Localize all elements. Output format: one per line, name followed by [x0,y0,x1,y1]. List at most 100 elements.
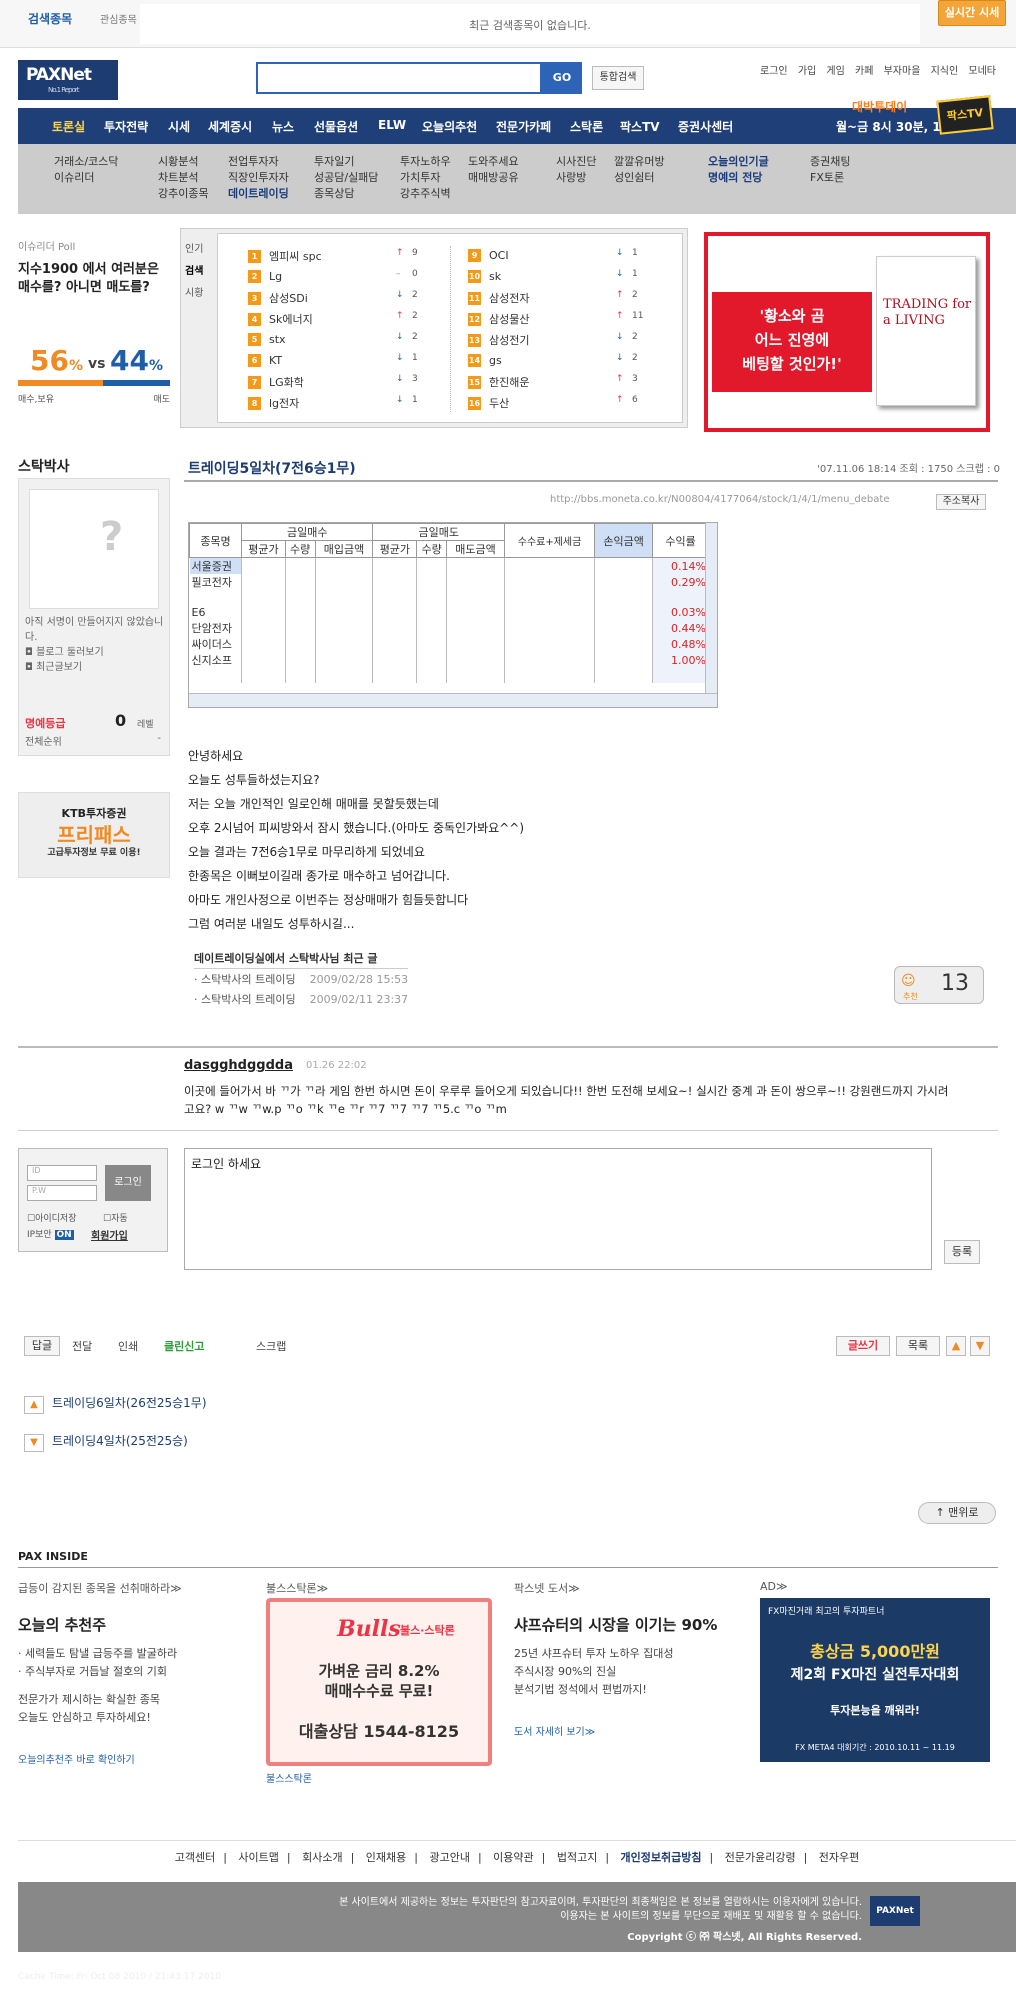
footer-link[interactable]: 개인정보취급방침 [621,1851,702,1864]
stock-name[interactable]: 삼성SDi [269,290,308,306]
nav-quote[interactable]: 시세 [168,118,190,135]
ranking-item[interactable]: 4 Sk에너지 ↑ 2 [248,311,448,327]
clean-report-link[interactable]: 클린신고 [164,1338,204,1354]
comment-textarea[interactable]: 로그인 하세요 [184,1148,932,1270]
integrated-search-button[interactable]: 통합검색 [592,66,644,90]
ranking-item[interactable]: 9 OCI ↓ 1 [468,248,668,264]
ranking-item[interactable]: 10 sk ↓ 1 [468,269,668,285]
ranking-item[interactable]: 16 두산 ↑ 6 [468,395,668,411]
comment-submit-button[interactable]: 등록 [944,1240,980,1264]
nav-news[interactable]: 뉴스 [272,118,294,135]
watchlist-label[interactable]: 관심종목 [100,11,137,26]
tab-search[interactable]: 검색 [185,261,203,283]
ranking-item[interactable]: 13 삼성전기 ↓ 2 [468,332,668,348]
list-button[interactable]: 목록 [896,1336,940,1356]
print-link[interactable]: 인쇄 [118,1338,138,1354]
forward-link[interactable]: 전달 [72,1338,92,1354]
reply-button[interactable]: 답글 [24,1336,60,1356]
paxtv-banner[interactable]: 대박투데이 월~금 8시 30분, 14시 팍스TV [836,92,996,138]
up-arrow-button[interactable]: ▲ [946,1336,966,1356]
ranking-item[interactable]: 7 LG화학 ↓ 3 [248,374,448,390]
stock-name[interactable]: lg전자 [269,395,299,411]
rich-village-link[interactable]: 부자마을 [884,66,921,77]
list-item[interactable]: · 스탁박사의 트레이딩 2009/02/11 23:37 [194,991,408,1009]
ranking-item[interactable]: 3 삼성SDi ↓ 2 [248,290,448,306]
ranking-item[interactable]: 15 한진해운 ↑ 3 [468,374,668,390]
cafe-link[interactable]: 카페 [855,66,873,77]
stock-name[interactable]: 삼성전기 [489,332,529,348]
recent-posts-heading[interactable]: 데이트레이딩실에서 스탁박사님 최근 글 [194,950,409,969]
search-go-button[interactable]: GO [542,62,582,94]
join-link[interactable]: 가입 [798,66,816,77]
login-id-input[interactable]: ID [27,1165,97,1181]
book-detail-link[interactable]: 도서 자세히 보기≫ [514,1723,744,1738]
write-button[interactable]: 글쓰기 [836,1336,890,1356]
stock-name[interactable]: 삼성전자 [489,290,529,306]
ranking-item[interactable]: 5 stx ↓ 2 [248,332,448,348]
recommend-button[interactable]: ☺ 추천 13 [894,966,984,1004]
recommend-stock-link[interactable]: 오늘의추천주 바로 확인하기 [18,1751,248,1766]
save-id-checkbox[interactable]: ☐아이디저장 [27,1211,76,1224]
stock-name[interactable]: 삼성물산 [489,311,529,327]
vertical-scrollbar[interactable] [705,523,717,693]
knowledge-link[interactable]: 지식인 [931,66,959,77]
nav-broker-center[interactable]: 증권사센터 [678,118,733,135]
stock-name[interactable]: sk [489,270,501,283]
comment-author[interactable]: dasgghdggdda [184,1058,293,1073]
footer-link[interactable]: 법적고지 [557,1851,597,1864]
realtime-quote-button[interactable]: 실시간 시세 [938,0,1006,26]
nav-expert-cafe[interactable]: 전문가카페 [496,118,551,135]
ktb-ad-banner[interactable]: KTB투자증권 프리패스 고급투자정보 무료 이용! [18,792,170,878]
footer-link[interactable]: 광고안내 [429,1851,469,1864]
footer-link[interactable]: 사이트맵 [238,1851,278,1864]
bulls-ad-image[interactable]: Bulls 불스·스탁론 가벼운 금리 8.2% 매매수수료 무료! 대출상담 … [266,1598,492,1766]
stock-name[interactable]: 엠피씨 spc [269,248,322,264]
stock-name[interactable]: stx [269,333,286,346]
prev-post-link[interactable]: ▼ 트레이딩4일차(25전25승) [24,1432,188,1452]
moneta-link[interactable]: 모네타 [968,66,996,77]
next-post-link[interactable]: ▲ 트레이딩6일차(26전25승1무) [24,1394,207,1414]
down-arrow-button[interactable]: ▼ [970,1336,990,1356]
footer-link[interactable]: 전문가윤리강령 [725,1851,796,1864]
nav-elw[interactable]: ELW [378,118,406,132]
ranking-item[interactable]: 12 삼성물산 ↑ 11 [468,311,668,327]
stock-name[interactable]: Lg [269,270,282,283]
ranking-item[interactable]: 1 엠피씨 spc ↑ 9 [248,248,448,264]
nav-debate[interactable]: 토론실 [52,118,85,135]
ranking-item[interactable]: 8 lg전자 ↓ 1 [248,395,448,411]
auto-login-checkbox[interactable]: ☐자동 [103,1211,128,1224]
footer-link[interactable]: 회사소개 [302,1851,342,1864]
stock-name[interactable]: 한진해운 [489,374,529,390]
search-input[interactable] [256,62,542,94]
footer-link[interactable]: 이용약관 [493,1851,533,1864]
nav-stockloan[interactable]: 스탁론 [570,118,603,135]
recent-search-label[interactable]: 검색종목 [28,10,72,27]
ranking-item[interactable]: 14 gs ↓ 2 [468,353,668,369]
paxtv-button[interactable]: 팍스TV [936,95,994,135]
copy-address-button[interactable]: 주소복사 [936,494,986,510]
bulls-link[interactable]: 불스스탁론 [266,1770,312,1785]
footer-link[interactable]: 인재채용 [366,1851,406,1864]
back-to-top-button[interactable]: ↑ 맨위로 [918,1502,996,1524]
tab-market[interactable]: 시황 [185,283,203,305]
ip-security-toggle[interactable]: IP보안 ON [27,1227,74,1240]
nav-recommend[interactable]: 오늘의추천 [422,118,477,135]
stock-name[interactable]: Sk에너지 [269,311,313,327]
ranking-item[interactable]: 2 Lg – 0 [248,269,448,285]
paxnet-logo[interactable]: PAXNet No.1 Report [18,60,118,100]
nav-futures[interactable]: 선물옵션 [314,118,358,135]
stock-name[interactable]: OCI [489,249,509,262]
footer-link[interactable]: 고객센터 [175,1851,215,1864]
login-button[interactable]: 로그인 [105,1165,151,1201]
login-pw-input[interactable]: P.W [27,1185,97,1201]
scrap-link[interactable]: 스크랩 [256,1338,286,1354]
issue-poll[interactable]: 이슈리더 Poll 지수1900 에서 여러분은 매수를? 아니면 매도를? 5… [18,238,174,408]
tab-popular[interactable]: 인기 [185,239,203,261]
horizontal-scrollbar[interactable] [189,693,717,707]
ranking-item[interactable]: 11 삼성전자 ↑ 2 [468,290,668,306]
footer-link[interactable]: 전자우편 [819,1851,859,1864]
stock-name[interactable]: 두산 [489,395,509,411]
ranking-item[interactable]: 6 KT ↓ 1 [248,353,448,369]
nav-world[interactable]: 세계증시 [208,118,252,135]
blog-link[interactable]: ◘ 블로그 둘러보기 [25,645,165,660]
